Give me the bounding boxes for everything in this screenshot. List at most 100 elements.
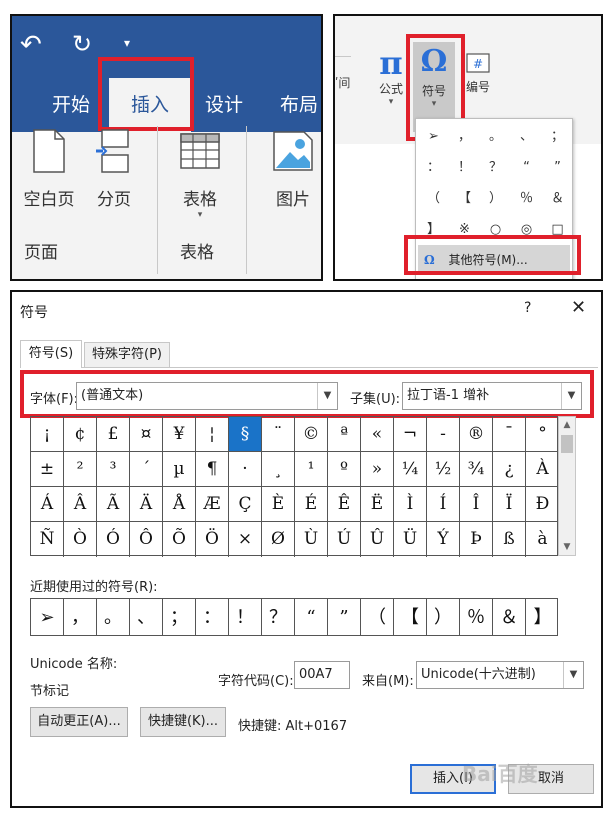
quick-symbol-cell[interactable]: ： (418, 152, 449, 183)
quick-symbol-cell[interactable]: ； (542, 121, 573, 152)
quick-symbol-cell[interactable]: ） (480, 183, 511, 214)
undo-icon[interactable]: ↶ (20, 30, 42, 60)
symbol-cell[interactable]: Ê (328, 487, 361, 522)
symbol-cell[interactable]: Ô (130, 522, 163, 557)
symbol-cell[interactable]: ¾ (460, 452, 493, 487)
symbol-cell[interactable]: ¹ (295, 452, 328, 487)
blank-page-button[interactable]: 空白页 (18, 128, 80, 210)
scroll-up-icon[interactable]: ▲ (559, 417, 575, 433)
shortcut-key-button[interactable]: 快捷键(K)... (140, 707, 226, 737)
symbol-cell[interactable]: Ù (295, 522, 328, 557)
symbol-cell[interactable]: ¥ (163, 417, 196, 452)
scroll-down-icon[interactable]: ▼ (559, 539, 575, 555)
symbol-cell[interactable]: Â (64, 487, 97, 522)
quick-symbol-cell[interactable]: 【 (449, 183, 480, 214)
equation-button[interactable]: π 公式 ▾ (375, 46, 407, 107)
customize-quick-access-icon[interactable]: ▾ (124, 36, 130, 50)
quick-symbol-cell[interactable]: “ (511, 152, 542, 183)
symbol-cell[interactable]: - (427, 417, 460, 452)
tab-home[interactable]: 开始 (52, 78, 90, 132)
symbol-cell[interactable]: ± (31, 452, 64, 487)
recent-symbol-cell[interactable]: ➢ (31, 599, 64, 636)
quick-symbol-cell[interactable]: ＆ (542, 183, 573, 214)
symbol-cell[interactable]: Ì (394, 487, 427, 522)
symbol-cell[interactable]: Ð (526, 487, 559, 522)
tab-special-characters[interactable]: 特殊字符(P) (84, 342, 170, 368)
symbol-cell[interactable]: ° (526, 417, 559, 452)
symbol-cell[interactable]: Õ (163, 522, 196, 557)
recent-symbol-cell[interactable]: ！ (229, 599, 262, 636)
symbol-cell[interactable]: ¸ (262, 452, 295, 487)
symbol-cell[interactable]: » (361, 452, 394, 487)
quick-symbol-cell[interactable]: 、 (511, 121, 542, 152)
table-button[interactable]: 表格 ▾ (172, 128, 228, 220)
symbol-cell[interactable]: ¤ (130, 417, 163, 452)
numbering-button[interactable]: # 编号 (460, 52, 496, 95)
quick-symbol-cell[interactable]: 。 (480, 121, 511, 152)
symbol-cell[interactable]: Þ (460, 522, 493, 557)
symbol-cell[interactable]: ¯ (493, 417, 526, 452)
close-button[interactable]: ✕ (571, 297, 586, 318)
from-select[interactable]: Unicode(十六进制) ▼ (416, 661, 584, 689)
autocorrect-button[interactable]: 自动更正(A)... (30, 707, 128, 737)
tab-symbols[interactable]: 符号(S) (20, 340, 82, 368)
recent-symbol-cell[interactable]: ： (196, 599, 229, 636)
quick-symbol-cell[interactable]: （ (418, 183, 449, 214)
symbol-cell[interactable]: © (295, 417, 328, 452)
symbol-cell[interactable]: ¿ (493, 452, 526, 487)
symbol-cell[interactable]: Ï (493, 487, 526, 522)
recent-symbol-cell[interactable]: 【 (394, 599, 427, 636)
symbol-cell[interactable]: ½ (427, 452, 460, 487)
insert-button[interactable]: 插入(I) (410, 764, 496, 794)
help-button[interactable]: ? (524, 300, 531, 316)
symbol-cell[interactable]: µ (163, 452, 196, 487)
symbol-cell[interactable]: ¨ (262, 417, 295, 452)
tab-layout[interactable]: 布局 (280, 78, 318, 132)
recent-symbol-cell[interactable]: ， (64, 599, 97, 636)
symbol-cell[interactable]: ¡ (31, 417, 64, 452)
symbol-cell[interactable]: ¼ (394, 452, 427, 487)
picture-button[interactable]: 图片 (267, 128, 319, 210)
symbol-cell[interactable]: ß (493, 522, 526, 557)
symbol-cell[interactable]: ³ (97, 452, 130, 487)
recent-symbol-cell[interactable]: ” (328, 599, 361, 636)
symbol-cell[interactable]: Ö (196, 522, 229, 557)
symbol-cell[interactable]: ¦ (196, 417, 229, 452)
tab-design[interactable]: 设计 (205, 78, 243, 132)
symbol-cell[interactable]: Û (361, 522, 394, 557)
scrollbar-thumb[interactable] (561, 435, 573, 453)
symbol-cell[interactable]: ® (460, 417, 493, 452)
recent-symbol-cell[interactable]: ％ (460, 599, 493, 636)
recent-symbol-cell[interactable]: ＆ (493, 599, 526, 636)
recent-symbol-cell[interactable]: ； (163, 599, 196, 636)
quick-symbol-cell[interactable]: ？ (480, 152, 511, 183)
symbol-cell[interactable]: Ø (262, 522, 295, 557)
cancel-button[interactable]: 取消 (508, 764, 594, 794)
symbol-cell[interactable]: ¢ (64, 417, 97, 452)
chevron-down-icon[interactable]: ▼ (563, 662, 583, 688)
recent-symbol-cell[interactable]: （ (361, 599, 394, 636)
quick-symbol-cell[interactable]: ” (542, 152, 573, 183)
symbol-cell[interactable]: Ü (394, 522, 427, 557)
symbol-cell[interactable]: ª (328, 417, 361, 452)
symbol-cell[interactable]: Ñ (31, 522, 64, 557)
symbol-cell[interactable]: Á (31, 487, 64, 522)
symbol-cell[interactable]: « (361, 417, 394, 452)
quick-symbol-cell[interactable]: ➢ (418, 121, 449, 152)
symbol-cell[interactable]: à (526, 522, 559, 557)
symbol-cell[interactable]: £ (97, 417, 130, 452)
symbol-cell[interactable]: Ã (97, 487, 130, 522)
symbol-cell[interactable]: Ç (229, 487, 262, 522)
symbol-cell[interactable]: Ý (427, 522, 460, 557)
symbol-cell[interactable]: ¶ (196, 452, 229, 487)
recent-symbol-cell[interactable]: 、 (130, 599, 163, 636)
symbol-cell[interactable]: ¬ (394, 417, 427, 452)
symbol-cell[interactable]: É (295, 487, 328, 522)
symbol-cell[interactable]: À (526, 452, 559, 487)
symbol-grid-scrollbar[interactable]: ▲ ▼ (558, 416, 576, 556)
page-break-button[interactable]: 分页 (90, 128, 138, 210)
symbol-cell[interactable]: § (229, 417, 262, 452)
symbol-cell[interactable]: Ä (130, 487, 163, 522)
symbol-cell[interactable]: Ú (328, 522, 361, 557)
symbol-cell[interactable]: ´ (130, 452, 163, 487)
